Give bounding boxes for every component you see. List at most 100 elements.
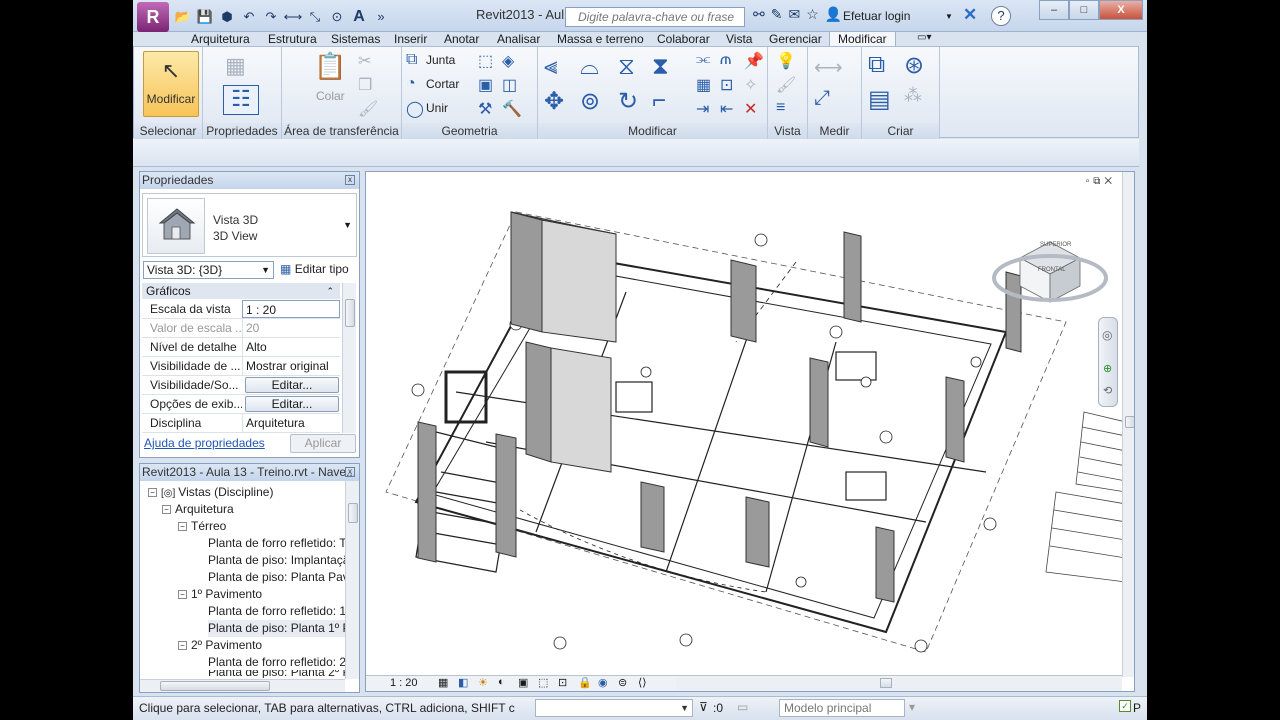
wall-joins-icon[interactable]: ⬚ bbox=[478, 51, 493, 71]
tree-item[interactable]: −2º Pavimento bbox=[178, 637, 262, 654]
type-selector[interactable]: Vista 3D 3D View ▼ bbox=[142, 193, 357, 257]
aligned-dimension-icon[interactable]: ⤢ bbox=[814, 87, 830, 110]
array-icon[interactable]: ▦ bbox=[696, 75, 711, 95]
viewcube-top-label[interactable]: SUPERIOR bbox=[1040, 242, 1071, 248]
group-graficos[interactable]: Gráficos ⌃ bbox=[142, 283, 340, 299]
copy-icon[interactable]: ❐ bbox=[358, 75, 372, 95]
orbit-icon[interactable]: ⟲ bbox=[1103, 384, 1112, 397]
binoculars-icon[interactable]: ⚯ bbox=[753, 6, 765, 23]
remove-paint-icon[interactable]: ◫ bbox=[502, 75, 517, 95]
dimension-icon[interactable]: ⤡ bbox=[305, 7, 325, 27]
instance-selector[interactable]: Vista 3D: {3D} ▼ bbox=[143, 261, 274, 279]
favorites-icon[interactable]: ☆ bbox=[806, 6, 819, 23]
mirror-draw-icon[interactable]: ⧗ bbox=[652, 53, 669, 81]
scale-icon[interactable]: ⊡ bbox=[720, 75, 733, 95]
scrollbar-thumb[interactable] bbox=[348, 503, 358, 523]
demolish-icon[interactable]: ⚒ bbox=[478, 99, 492, 119]
tab-sistemas[interactable]: Sistemas bbox=[331, 32, 380, 46]
split-face-icon[interactable]: ◈ bbox=[502, 51, 514, 71]
design-option-selector[interactable]: Modelo principal bbox=[779, 699, 905, 717]
tree-item[interactable]: − Arquitetura bbox=[162, 501, 234, 518]
create-group-icon[interactable]: ▤ bbox=[868, 85, 891, 114]
tag-icon[interactable]: ⊙ bbox=[327, 7, 347, 27]
pin-icon[interactable]: 📌 bbox=[744, 51, 764, 71]
collapse-group-icon[interactable]: ⌃ bbox=[326, 283, 334, 299]
create-similar-icon[interactable]: ⁂ bbox=[904, 85, 922, 106]
tree-item-selected[interactable]: Planta de piso: Planta 1º P bbox=[208, 620, 351, 637]
sync-icon[interactable]: ⬢ bbox=[217, 7, 237, 27]
measure-between-icon[interactable]: ⟷ bbox=[814, 55, 843, 80]
copy-element-icon[interactable]: ⊚ bbox=[580, 87, 600, 116]
browser-hscroll[interactable] bbox=[140, 679, 345, 692]
properties-scrollbar[interactable] bbox=[342, 283, 356, 433]
tree-item[interactable]: Planta de piso: Planta Pav bbox=[208, 569, 349, 586]
undo-icon[interactable]: ↶ bbox=[239, 7, 259, 27]
application-menu-button[interactable]: R bbox=[137, 2, 169, 32]
crop-region-icon[interactable]: ⊡ bbox=[558, 676, 567, 689]
lock-view-icon[interactable]: 🔒 bbox=[578, 676, 592, 689]
offset-icon[interactable]: ⌓ bbox=[580, 53, 599, 81]
tree-item[interactable]: −1º Pavimento bbox=[178, 586, 262, 603]
tab-massa-e-terreno[interactable]: Massa e terreno bbox=[557, 32, 644, 46]
edit-display-options-button[interactable]: Editar... bbox=[245, 396, 339, 412]
parts-visibility-value[interactable]: Mostrar original bbox=[242, 357, 340, 375]
collapse-toggle-icon[interactable]: − bbox=[148, 488, 157, 497]
edit-visibility-button[interactable]: Editar... bbox=[245, 377, 339, 393]
minimize-button[interactable]: – bbox=[1039, 0, 1069, 20]
visual-style-icon[interactable]: ◧ bbox=[458, 676, 468, 689]
delete-icon[interactable]: ✕ bbox=[744, 99, 757, 119]
scrollbar-thumb[interactable] bbox=[160, 681, 270, 691]
split-icon[interactable]: ⫘ bbox=[696, 51, 710, 69]
discipline-value[interactable]: Arquitetura bbox=[242, 414, 340, 432]
close-properties-icon[interactable]: x bbox=[345, 175, 355, 185]
crop-view-icon[interactable]: ⬚ bbox=[538, 676, 548, 689]
help-icon[interactable]: ? bbox=[991, 6, 1011, 26]
scrollbar-thumb[interactable] bbox=[345, 299, 355, 327]
maximize-button[interactable]: □ bbox=[1069, 0, 1099, 20]
browser-vscroll[interactable] bbox=[345, 481, 359, 679]
close-button[interactable]: X bbox=[1099, 0, 1143, 20]
hammer-icon[interactable]: 🔨 bbox=[502, 99, 522, 119]
tree-item[interactable]: Planta de forro refletido: 1 bbox=[208, 603, 346, 620]
steering-wheel-icon[interactable]: ◎ bbox=[1102, 328, 1112, 342]
workset-selector[interactable]: ▼ bbox=[535, 699, 693, 717]
detail-level-value[interactable]: Alto bbox=[242, 338, 340, 356]
modify-button[interactable]: ↖ Modificar bbox=[143, 51, 199, 117]
tab-inserir[interactable]: Inserir bbox=[394, 32, 427, 46]
cut-geometry-button[interactable]: Cortar bbox=[426, 77, 459, 91]
exchange-icon[interactable]: ✕ bbox=[963, 5, 977, 25]
analysis-display-icon[interactable]: ⟨⟩ bbox=[638, 676, 647, 689]
tree-item[interactable]: − [◎] Vistas (Discipline) bbox=[148, 484, 273, 501]
more-tools-icon[interactable]: » bbox=[371, 7, 391, 27]
override-brush-icon[interactable]: 🖌 bbox=[776, 75, 796, 95]
cut-icon[interactable]: ✂ bbox=[358, 51, 371, 71]
shadows-icon[interactable]: ◐ bbox=[498, 676, 505, 688]
trim-extend-icon[interactable]: ⌐ bbox=[652, 87, 666, 115]
reveal-hidden-icon[interactable]: ⊜ bbox=[618, 676, 627, 689]
select-links-icon[interactable]: ✓ bbox=[1119, 700, 1131, 712]
paint-icon[interactable]: ▣ bbox=[478, 75, 493, 95]
view-scale-button[interactable]: 1 : 20 bbox=[390, 677, 418, 689]
align-icon[interactable]: ⫷ bbox=[544, 53, 558, 81]
text-icon[interactable]: A bbox=[349, 7, 369, 27]
save-icon[interactable]: 💾 bbox=[195, 7, 215, 27]
close-browser-icon[interactable]: x bbox=[345, 467, 355, 477]
collapse-toggle-icon[interactable]: − bbox=[178, 641, 187, 650]
collapse-toggle-icon[interactable]: − bbox=[178, 590, 187, 599]
viewport-hscroll[interactable] bbox=[676, 677, 1122, 690]
user-icon[interactable]: 👤 bbox=[825, 6, 842, 23]
drawing-area-3d[interactable]: ▫⧉✕ SUPERIOR FRONTAL ◎ ⊕ ⟲ 1: 20 ▦ ◧ ☀ … bbox=[365, 171, 1135, 692]
mirror-axis-icon[interactable]: ⧖ bbox=[618, 53, 635, 81]
communication-icon[interactable]: ✉ bbox=[788, 6, 800, 23]
tree-item[interactable]: Planta de piso: Implantaçã bbox=[208, 552, 349, 569]
trim-single-icon[interactable]: ⇥ bbox=[696, 99, 709, 119]
subscription-icon[interactable]: ✎ bbox=[771, 6, 783, 23]
render-icon[interactable]: ▣ bbox=[518, 676, 528, 689]
tree-item[interactable]: − Térreo bbox=[178, 518, 226, 535]
paste-icon[interactable]: 📋 bbox=[314, 51, 346, 82]
tab-colaborar[interactable]: Colaborar bbox=[657, 32, 710, 46]
unjoin-button[interactable]: Unir bbox=[426, 101, 448, 115]
editable-only-icon[interactable]: ▭ bbox=[737, 700, 748, 714]
trim-multiple-icon[interactable]: ⇤ bbox=[720, 99, 733, 119]
tab-arquitetura[interactable]: Arquitetura bbox=[191, 32, 250, 46]
